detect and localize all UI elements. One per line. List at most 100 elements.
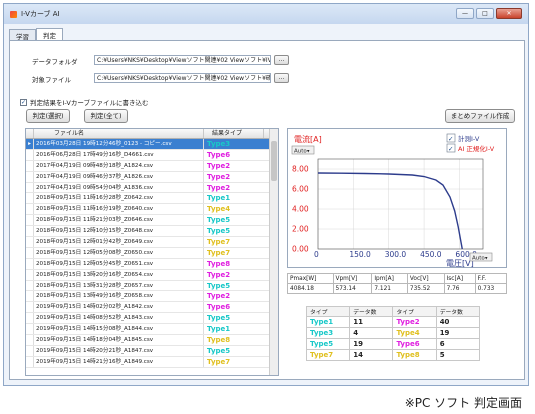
row-indicator — [26, 149, 34, 160]
result-type-cell: Type7 — [207, 238, 231, 247]
file-name-cell: 2019年09月15日 14時18分04秒_A1845.csv — [34, 335, 204, 345]
file-name-cell: 2018年09月15日 12時10分15秒_Z0648.csv — [34, 226, 204, 237]
result-type-cell: Type5 — [207, 281, 231, 290]
scroll-thumb[interactable] — [271, 141, 277, 181]
row-indicator — [26, 160, 34, 171]
summary-file-button[interactable]: まとめファイル作成 — [445, 109, 515, 123]
param-value: 7.121 — [371, 283, 408, 294]
plot-frame — [317, 158, 484, 250]
data-folder-browse-button[interactable]: ... — [274, 55, 289, 65]
judge-selected-button[interactable]: 判定(選択) — [26, 109, 70, 123]
param-value: 573.14 — [332, 283, 373, 294]
grid-header: ファイル名 結果タイプ — [26, 129, 278, 139]
tab-learning[interactable]: 学習 — [9, 29, 36, 41]
file-name-cell: 2019年09月15日 14時15分08秒_A1844.csv — [34, 324, 204, 335]
table-row[interactable]: 2018年09月15日 12時05分08秒_Z0650.csv Type7 — [26, 247, 278, 259]
row-indicator — [26, 302, 34, 313]
table-row[interactable]: 2019年09月15日 14時18分04秒_A1845.csv Type8 — [26, 335, 278, 346]
param-value: 735.52 — [406, 283, 445, 294]
table-row[interactable]: 2018年09月15日 11時21分03秒_Z0646.csv Type5 — [26, 215, 278, 227]
row-indicator — [26, 182, 34, 193]
table-row[interactable]: 2017年04月19日 09時48分18秒_A1824.csv Type2 — [26, 160, 278, 172]
data-folder-label: データフォルダ — [32, 58, 78, 66]
tab-bar: 学習 判定 — [9, 28, 63, 41]
close-button[interactable]: ✕ — [496, 8, 522, 19]
table-row[interactable]: 2018年09月15日 13時31分28秒_Z0657.csv Type5 — [26, 280, 278, 292]
y-tick-label: 0.00 — [292, 245, 309, 254]
x-tick-label: 450.0 — [420, 250, 442, 259]
param-header: F.F. — [474, 273, 508, 284]
result-type-cell: Type5 — [207, 346, 231, 355]
file-name-cell: 2017年04月19日 09時46分37秒_A1826.csv — [34, 171, 204, 182]
file-name-cell: 2016年03月28日 19時12分46秒_0123 - コピー.csv — [34, 139, 204, 149]
table-row[interactable]: 2019年09月15日 14時20分21秒_A1847.csv Type5 — [26, 345, 278, 357]
minimize-button[interactable]: — — [456, 8, 474, 19]
result-type-cell: Type4 — [207, 205, 231, 214]
param-header: Isc[A] — [443, 273, 476, 284]
param-header-row: Pmax[W] Vpm[V] Ipm[A] Voc[V] Isc[A] F.F. — [287, 273, 508, 284]
type-name-cell: Type3 — [305, 327, 351, 339]
row-indicator — [26, 280, 34, 291]
chart-xlabel: 電圧[V] — [446, 259, 474, 268]
write-option-checkbox[interactable]: ✓ — [20, 98, 27, 106]
param-header: Voc[V] — [406, 273, 445, 284]
iv-curve-chart: 電流[A] Auto ▾ ✓ 計測I-V ✓ AI 正規化I-V 0.00 2.0… — [287, 128, 507, 268]
grid-header-type[interactable]: 結果タイプ — [204, 129, 264, 138]
file-name-cell: 2018年09月15日 12時01分42秒_Z0649.csv — [34, 237, 204, 247]
figure-caption: ※PC ソフト 判定画面 — [404, 396, 522, 410]
table-row[interactable]: 2018年09月15日 12時10分15秒_Z0648.csv Type5 — [26, 226, 278, 238]
result-type-cell: Type5 — [207, 227, 231, 236]
grid-scrollbar[interactable] — [269, 129, 278, 375]
table-row[interactable]: 2018年09月15日 13時20分16秒_Z0654.csv Type2 — [26, 269, 278, 281]
table-row[interactable]: 2018年09月15日 11時16分19秒_Z0640.csv Type4 — [26, 204, 278, 216]
table-row[interactable]: 2018年09月15日 12時01分42秒_Z0649.csv Type7 — [26, 237, 278, 248]
row-indicator — [26, 226, 34, 237]
row-indicator — [26, 215, 34, 226]
row-indicator — [26, 356, 34, 367]
table-row[interactable]: 2017年04月19日 09時46分37秒_A1826.csv Type2 — [26, 171, 278, 183]
grid-header-filename[interactable]: ファイル名 — [34, 129, 204, 138]
table-row[interactable]: 2019年09月15日 14時08分52秒_A1843.csv Type5 — [26, 313, 278, 325]
iv-parameter-table: Pmax[W] Vpm[V] Ipm[A] Voc[V] Isc[A] F.F.… — [287, 273, 508, 294]
result-type-cell: Type2 — [207, 270, 231, 279]
result-type-cell: Type1 — [207, 194, 231, 203]
row-indicator — [26, 345, 34, 356]
param-value-row: 4084.18 573.14 7.121 735.52 7.76 0.733 — [287, 283, 508, 294]
result-type-cell: Type6 — [207, 150, 231, 159]
window-title: I-Vカーブ AI — [21, 10, 60, 18]
window-controls: — □ ✕ — [456, 8, 522, 19]
table-row[interactable]: 2019年09月15日 14時21分16秒_A1849.csv Type7 — [26, 356, 278, 368]
target-file-browse-button[interactable]: ... — [274, 73, 289, 83]
title-bar: I-Vカーブ AI — □ ✕ — [4, 4, 528, 24]
count-header: タイプ — [305, 306, 351, 317]
type-count-cell: 19 — [435, 327, 481, 339]
file-name-cell: 2019年09月15日 14時21分16秒_A1849.csv — [34, 356, 204, 367]
table-row[interactable]: 2018年09月15日 11時16分28秒_Z0642.csv Type1 — [26, 193, 278, 205]
maximize-button[interactable]: □ — [476, 8, 494, 19]
type-count-cell: 14 — [349, 349, 394, 361]
file-name-cell: 2018年09月15日 12時05分08秒_Z0650.csv — [34, 247, 204, 258]
app-icon — [10, 10, 17, 18]
result-type-cell: Type2 — [207, 161, 231, 170]
y-tick-label: 8.00 — [292, 165, 309, 174]
y-tick-label: 2.00 — [292, 225, 309, 234]
row-indicator — [26, 258, 34, 269]
data-folder-field[interactable]: C:¥Users¥NKS¥Desktop¥Viewソフト関連¥02 Viewソフ… — [94, 55, 271, 65]
judge-all-button[interactable]: 判定(全て) — [84, 109, 128, 123]
table-row[interactable]: 2017年04月19日 09時54分04秒_A1836.csv Type2 — [26, 182, 278, 194]
x-tick-label: 300.0 — [385, 250, 407, 259]
table-row[interactable]: 2019年09月15日 14時15分08秒_A1844.csv Type1 — [26, 324, 278, 336]
x-auto-label: Auto — [472, 256, 485, 262]
param-header: Pmax[W] — [287, 273, 334, 284]
table-row[interactable]: 2018年09月15日 13時49分16秒_Z0658.csv Type2 — [26, 291, 278, 303]
table-row[interactable]: ▸ 2016年03月28日 19時12分46秒_0123 - コピー.csv Typ… — [26, 139, 278, 150]
tab-judgement[interactable]: 判定 — [36, 28, 63, 40]
iv-chart-svg: 電流[A] Auto ▾ ✓ 計測I-V ✓ AI 正規化I-V 0.002.0… — [291, 133, 495, 268]
table-row[interactable]: 2016年06月28日 17時49分16秒_D4661.csv Type6 — [26, 149, 278, 161]
type-name-cell: Type6 — [392, 338, 437, 350]
file-result-grid[interactable]: ファイル名 結果タイプ ▸ 2016年03月28日 19時12分46秒_0123 … — [25, 128, 279, 376]
type-count-cell: 6 — [435, 338, 481, 350]
table-row[interactable]: 2019年09月15日 14時02分02秒_A1842.csv Type6 — [26, 302, 278, 314]
table-row[interactable]: 2018年09月15日 12時05分45秒_Z0651.csv Type8 — [26, 258, 278, 270]
target-file-field[interactable]: C:¥Users¥NKS¥Desktop¥Viewソフト関連¥02 Viewソフ… — [94, 73, 271, 83]
